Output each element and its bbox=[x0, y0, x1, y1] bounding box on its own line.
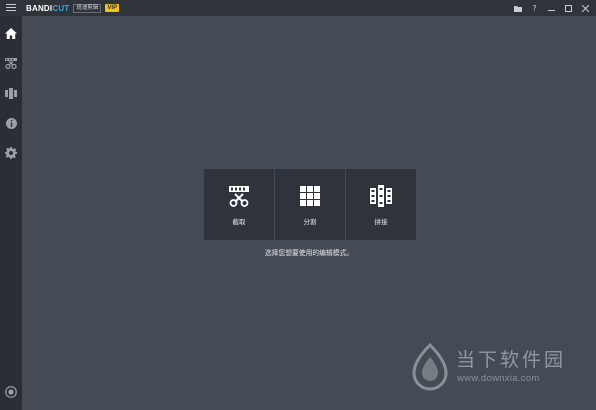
split-grid-icon bbox=[299, 185, 321, 207]
brand-subtitle: 班迪剪辑 bbox=[73, 3, 102, 13]
vip-badge[interactable]: VIP bbox=[105, 4, 120, 12]
split-mode-button[interactable]: 分割 bbox=[275, 169, 345, 240]
watermark-logo bbox=[412, 343, 448, 391]
trim-scissors-icon bbox=[228, 185, 250, 207]
sidebar bbox=[0, 16, 22, 410]
window-controls: ? bbox=[509, 1, 594, 15]
app-brand: BANDICUT 班迪剪辑 VIP bbox=[26, 3, 120, 13]
sidebar-item-home[interactable] bbox=[0, 22, 22, 44]
watermark: 当下软件园 www.downxia.com bbox=[410, 343, 590, 398]
sidebar-item-info[interactable] bbox=[0, 112, 22, 134]
trim-mode-button[interactable]: 截取 bbox=[204, 169, 274, 240]
sidebar-item-settings[interactable] bbox=[0, 142, 22, 164]
home-icon bbox=[5, 27, 17, 39]
close-button[interactable] bbox=[577, 1, 594, 15]
sidebar-item-record[interactable] bbox=[0, 381, 22, 403]
cut-tool-icon bbox=[5, 57, 17, 69]
watermark-title: 当下软件园 bbox=[456, 349, 567, 371]
record-icon bbox=[5, 386, 17, 398]
join-mode-button[interactable]: 拼接 bbox=[346, 169, 416, 240]
folder-icon[interactable] bbox=[509, 1, 526, 15]
split-mode-label: 分割 bbox=[303, 218, 317, 226]
sidebar-item-trim[interactable] bbox=[0, 52, 22, 74]
brand-logo: BANDICUT bbox=[26, 3, 70, 13]
info-icon bbox=[5, 117, 17, 129]
mode-selector: 截取 分割 拼接 bbox=[204, 169, 416, 240]
title-bar: BANDICUT 班迪剪辑 VIP ? bbox=[0, 0, 596, 16]
mode-hint-text: 选择您想要使用的编辑模式。 bbox=[264, 249, 354, 257]
gear-icon bbox=[5, 147, 17, 159]
help-button[interactable]: ? bbox=[526, 1, 543, 15]
maximize-button[interactable] bbox=[560, 1, 577, 15]
trim-mode-label: 截取 bbox=[232, 218, 246, 226]
join-film-icon bbox=[370, 185, 392, 207]
watermark-url: www.downxia.com bbox=[457, 373, 540, 384]
join-mode-label: 拼接 bbox=[374, 218, 388, 226]
sidebar-item-join[interactable] bbox=[0, 82, 22, 104]
minimize-button[interactable] bbox=[543, 1, 560, 15]
film-join-icon bbox=[5, 87, 17, 99]
menu-icon[interactable] bbox=[4, 2, 18, 14]
